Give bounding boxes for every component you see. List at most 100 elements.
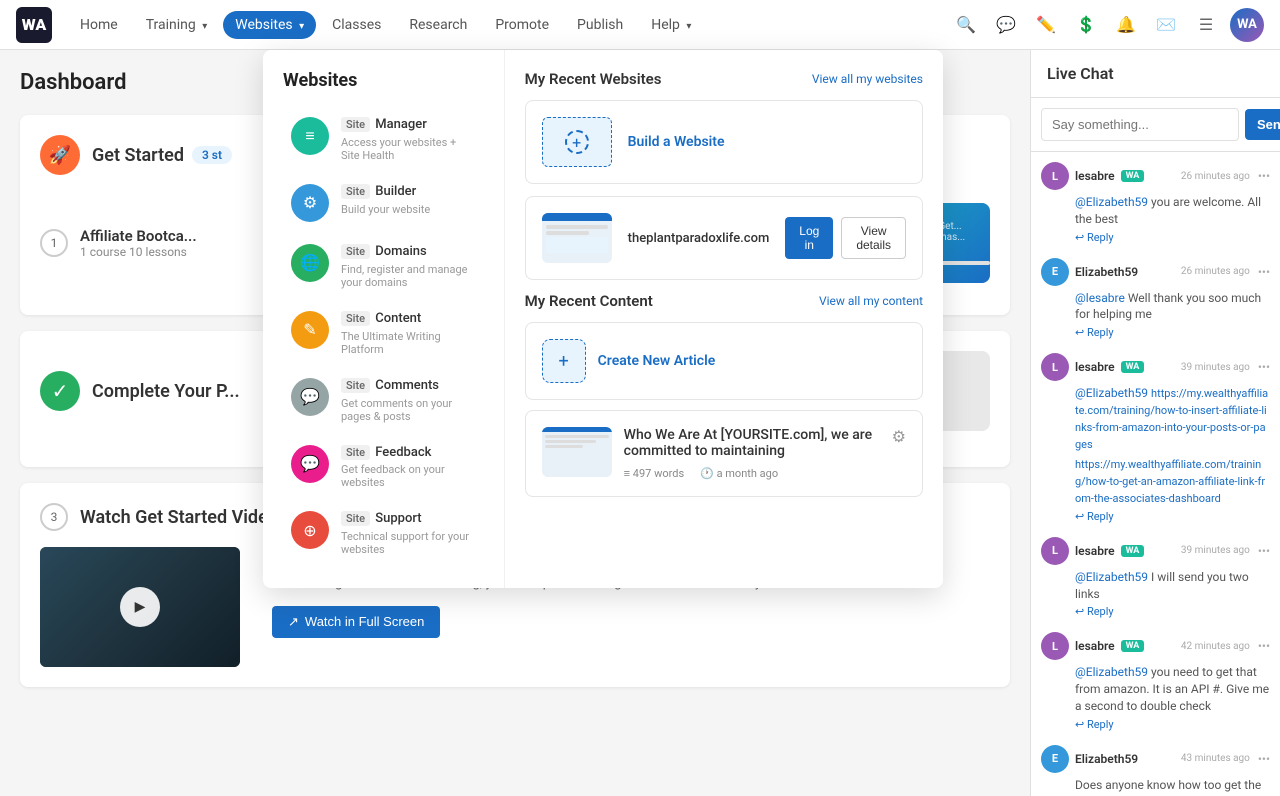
view-all-websites-link[interactable]: View all my websites — [812, 72, 923, 86]
chat-time: 39 minutes ago — [1181, 545, 1250, 556]
mail-icon[interactable]: ✉️ — [1150, 9, 1182, 41]
get-started-title: Get Started — [92, 145, 184, 166]
dollar-icon[interactable]: 💲 — [1070, 9, 1102, 41]
build-website-label: Build a Website — [628, 134, 725, 150]
chat-message-3: L lesabre WA 39 minutes ago ••• @Elizabe… — [1041, 353, 1270, 523]
nav-websites[interactable]: Websites ▾ — [223, 11, 316, 39]
chat-username: lesabre — [1075, 360, 1115, 374]
content-card-inner: + Create New Article — [542, 339, 906, 383]
step-badge: 3 st — [192, 146, 232, 164]
more-options-icon[interactable]: ••• — [1258, 360, 1270, 374]
avatar-elizabeth: E — [1041, 258, 1069, 286]
chevron-down-icon: ▾ — [686, 21, 691, 32]
menu-item-desc: Get feedback on your websites — [341, 463, 476, 489]
login-button[interactable]: Log in — [785, 217, 833, 259]
chat-username: lesabre — [1075, 169, 1115, 183]
nav-promote[interactable]: Promote — [483, 11, 561, 39]
menu-item-desc: Find, register and manage your domains — [341, 263, 476, 289]
site-content-icon: ✎ — [291, 311, 329, 349]
nav-home[interactable]: Home — [68, 11, 130, 39]
article-settings-button[interactable]: ⚙ — [892, 427, 906, 447]
reply-button[interactable]: ↩ Reply — [1075, 510, 1270, 523]
chat-msg-header: L lesabre WA 26 minutes ago ••• — [1041, 162, 1270, 190]
chat-messages: L lesabre WA 26 minutes ago ••• @Elizabe… — [1031, 152, 1280, 796]
site-logo[interactable]: WA — [16, 7, 52, 43]
chat-message-4: L lesabre WA 39 minutes ago ••• @Elizabe… — [1041, 537, 1270, 619]
step-number: 1 — [40, 229, 68, 257]
site-comments-icon: 💬 — [291, 378, 329, 416]
menu-item-support[interactable]: ⊕ Site Support Technical support for you… — [283, 501, 484, 566]
play-button[interactable]: ▶ — [120, 587, 160, 627]
bell-icon[interactable]: 🔔 — [1110, 9, 1142, 41]
site-domains-icon: 🌐 — [291, 244, 329, 282]
chat-input[interactable] — [1041, 108, 1239, 141]
watch-fullscreen-button[interactable]: ↗ Watch in Full Screen — [272, 606, 440, 638]
chat-bubble-icon[interactable]: 💬 — [990, 9, 1022, 41]
chat-header: Live Chat — [1031, 50, 1280, 98]
recent-content-header: My Recent Content View all my content — [525, 292, 923, 310]
nav-links: Home Training ▾ Websites ▾ Classes Resea… — [68, 11, 950, 39]
existing-website-card: theplantparadoxlife.com Log in View deta… — [525, 196, 923, 280]
nav-help[interactable]: Help ▾ — [639, 11, 703, 39]
chat-msg-header: L lesabre WA 42 minutes ago ••• — [1041, 632, 1270, 660]
reply-button[interactable]: ↩ Reply — [1075, 605, 1270, 618]
avatar-lesabre: L — [1041, 353, 1069, 381]
websites-dropdown: Websites ≡ Site Manager Access your webs… — [263, 50, 943, 588]
nav-classes[interactable]: Classes — [320, 11, 393, 39]
menu-item-feedback[interactable]: 💬 Site Feedback Get feedback on your web… — [283, 435, 484, 500]
create-article-label: Create New Article — [598, 353, 716, 369]
menu-item-desc: Get comments on your pages & posts — [341, 397, 476, 423]
menu-item-desc: Build your website — [341, 203, 476, 216]
live-chat-panel: Live Chat Send L lesabre WA 26 minutes a… — [1030, 50, 1280, 796]
content-meta: ≡ 497 words 🕐 a month ago — [624, 467, 880, 480]
build-website-card[interactable]: + Build a Website — [525, 100, 923, 184]
avatar-elizabeth: E — [1041, 745, 1069, 773]
menu-item-content[interactable]: ✎ Site Content The Ultimate Writing Plat… — [283, 301, 484, 366]
menu-item-builder[interactable]: ⚙ Site Builder Build your website — [283, 174, 484, 232]
dropdown-title: Websites — [283, 70, 484, 91]
chat-time: 26 minutes ago — [1181, 266, 1250, 277]
nav-publish[interactable]: Publish — [565, 11, 635, 39]
wa-badge: WA — [1121, 545, 1145, 557]
chat-username: lesabre — [1075, 639, 1115, 653]
search-icon[interactable]: 🔍 — [950, 9, 982, 41]
view-details-button[interactable]: View details — [841, 217, 906, 259]
view-all-content-link[interactable]: View all my content — [819, 294, 923, 308]
menu-icon[interactable]: ☰ — [1190, 9, 1222, 41]
chat-text: @Elizabeth59 you need to get that from a… — [1075, 664, 1270, 714]
menu-item-label: Site Builder — [341, 184, 476, 201]
more-options-icon[interactable]: ••• — [1258, 544, 1270, 558]
menu-item-domains[interactable]: 🌐 Site Domains Find, register and manage… — [283, 234, 484, 299]
main-layout: Dashboard 🚀 Get Started 3 st 1 Affiliate… — [0, 50, 1280, 796]
menu-item-label: Site Support — [341, 511, 476, 528]
wa-badge: WA — [1121, 170, 1145, 182]
menu-item-label: Site Comments — [341, 378, 476, 395]
chat-send-button[interactable]: Send — [1245, 109, 1280, 140]
chevron-down-icon: ▾ — [202, 21, 207, 32]
user-avatar[interactable]: WA — [1230, 8, 1264, 42]
more-options-icon[interactable]: ••• — [1258, 639, 1270, 653]
menu-item-desc: The Ultimate Writing Platform — [341, 330, 476, 356]
reply-button[interactable]: ↩ Reply — [1075, 718, 1270, 731]
existing-article-card: Who We Are At [YOURSITE.com], we are com… — [525, 410, 923, 497]
more-options-icon[interactable]: ••• — [1258, 752, 1270, 766]
recent-websites-title: My Recent Websites — [525, 70, 662, 88]
menu-item-comments[interactable]: 💬 Site Comments Get comments on your pag… — [283, 368, 484, 433]
menu-item-manager[interactable]: ≡ Site Manager Access your websites + Si… — [283, 107, 484, 172]
nav-research[interactable]: Research — [397, 11, 479, 39]
dropdown-left-menu: Websites ≡ Site Manager Access your webs… — [263, 50, 505, 588]
menu-item-text: Site Builder Build your website — [341, 184, 476, 216]
nav-training[interactable]: Training ▾ — [134, 11, 220, 39]
website-thumbnail — [542, 213, 612, 263]
avatar-lesabre: L — [1041, 537, 1069, 565]
pencil-icon[interactable]: ✏️ — [1030, 9, 1062, 41]
more-options-icon[interactable]: ••• — [1258, 265, 1270, 279]
more-options-icon[interactable]: ••• — [1258, 169, 1270, 183]
reply-button[interactable]: ↩ Reply — [1075, 326, 1270, 339]
build-website-thumb: + — [542, 117, 612, 167]
reply-button[interactable]: ↩ Reply — [1075, 231, 1270, 244]
chat-username: Elizabeth59 — [1075, 752, 1138, 766]
bootcamp-text: Affiliate Bootca... 1 course 10 lessons — [80, 227, 197, 259]
wa-badge: WA — [1121, 640, 1145, 652]
create-article-card[interactable]: + Create New Article — [525, 322, 923, 400]
